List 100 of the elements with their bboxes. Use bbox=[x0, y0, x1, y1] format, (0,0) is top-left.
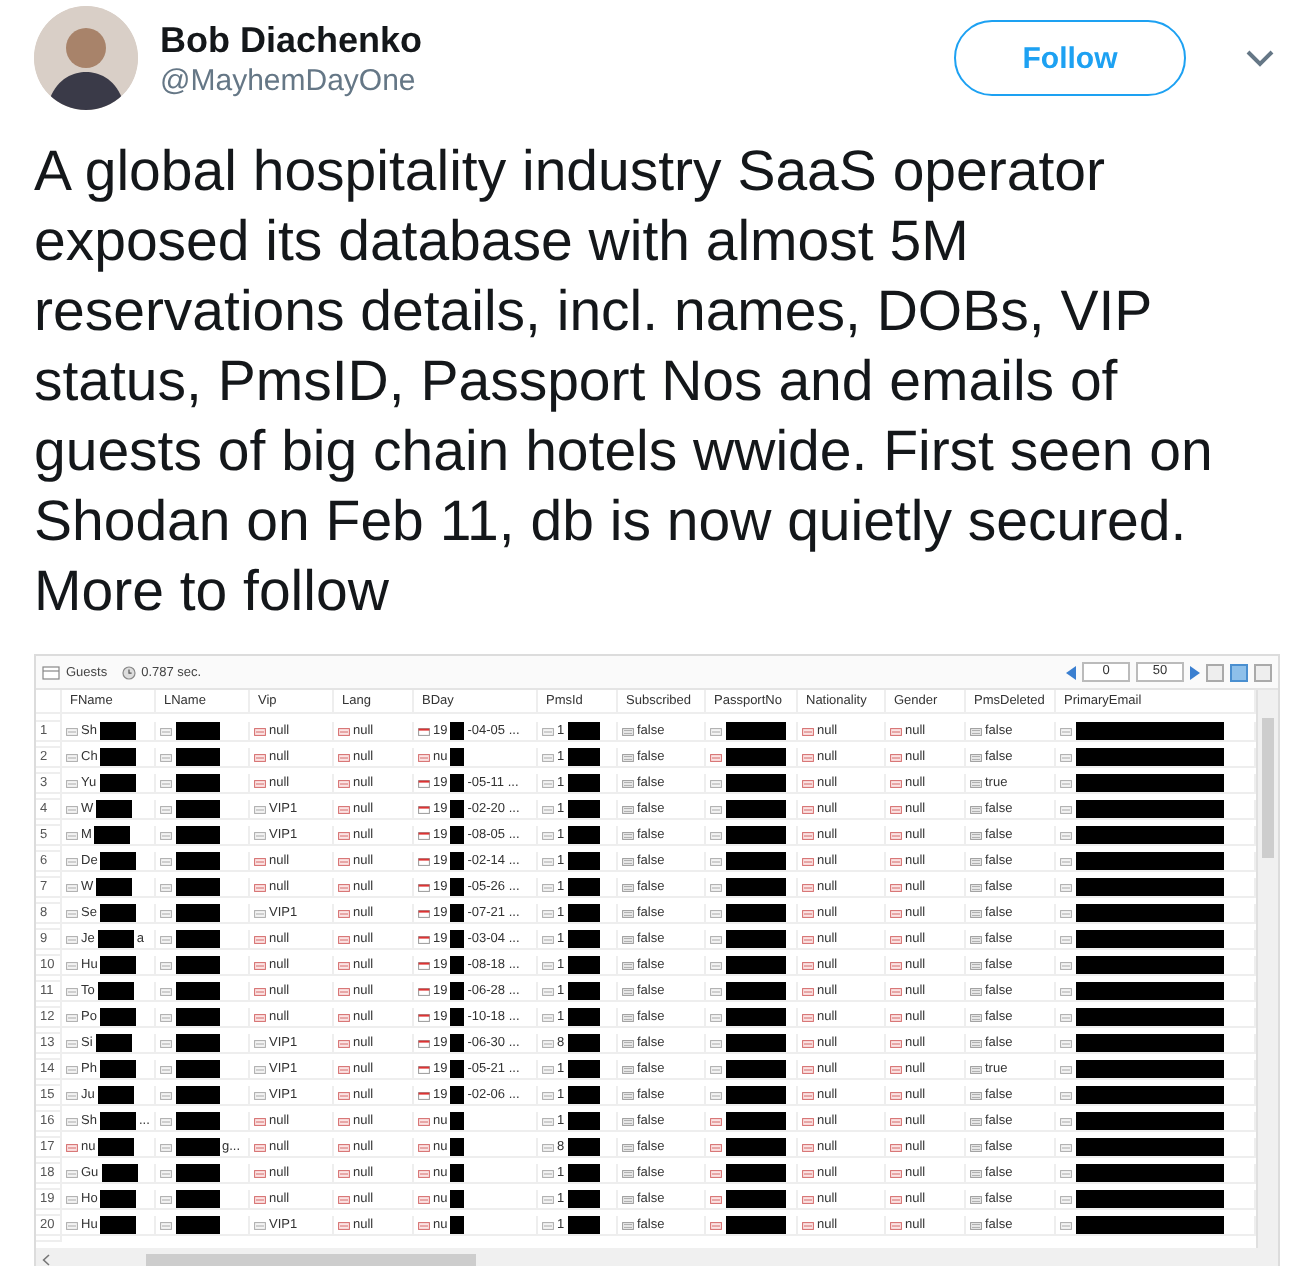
text-type-icon bbox=[710, 831, 722, 839]
text-type-icon bbox=[710, 805, 722, 813]
null-icon bbox=[254, 961, 266, 969]
text-type-icon bbox=[254, 909, 266, 917]
null-icon bbox=[890, 753, 902, 761]
view-mode-button[interactable] bbox=[1206, 663, 1224, 681]
text-type-icon bbox=[160, 831, 172, 839]
calendar-icon bbox=[418, 1039, 430, 1047]
boolean-icon bbox=[970, 1117, 982, 1125]
boolean-icon bbox=[970, 1195, 982, 1203]
text-type-icon bbox=[160, 1091, 172, 1099]
next-page-icon[interactable] bbox=[1190, 665, 1200, 679]
calendar-icon bbox=[418, 727, 430, 735]
text-type-icon bbox=[1060, 779, 1072, 787]
null-icon bbox=[418, 1143, 430, 1151]
text-type-icon bbox=[710, 1013, 722, 1021]
boolean-icon bbox=[622, 1091, 634, 1099]
text-type-icon bbox=[1060, 1013, 1072, 1021]
null-icon bbox=[338, 961, 350, 969]
text-type-icon bbox=[542, 1091, 554, 1099]
text-type-icon bbox=[160, 857, 172, 865]
text-type-icon bbox=[542, 1013, 554, 1021]
text-type-icon bbox=[160, 753, 172, 761]
author-handle[interactable]: @MayhemDayOne bbox=[160, 63, 932, 97]
text-type-icon bbox=[66, 961, 78, 969]
boolean-icon bbox=[622, 1117, 634, 1125]
text-type-icon bbox=[710, 961, 722, 969]
null-icon bbox=[254, 753, 266, 761]
null-icon bbox=[802, 779, 814, 787]
null-icon bbox=[254, 857, 266, 865]
null-icon bbox=[890, 1143, 902, 1151]
boolean-icon bbox=[622, 1013, 634, 1021]
text-type-icon bbox=[542, 1039, 554, 1047]
calendar-icon bbox=[418, 857, 430, 865]
text-type-icon bbox=[160, 779, 172, 787]
scroll-left-icon[interactable] bbox=[42, 1254, 50, 1266]
text-type-icon bbox=[66, 1195, 78, 1203]
text-type-icon bbox=[66, 831, 78, 839]
text-type-icon bbox=[66, 1065, 78, 1073]
boolean-icon bbox=[970, 1039, 982, 1047]
view-mode-button[interactable] bbox=[1230, 663, 1248, 681]
null-icon bbox=[338, 805, 350, 813]
null-icon bbox=[418, 1117, 430, 1125]
tweet-text: A global hospitality industry SaaS operator exposed its database with almost 5M reservations details, incl. names, DOBs, VIP status, PmsID, Passport Nos and emails of guests of big chain hotels wwide. First seen on Shodan on Feb 11, db is now quietly secured. More to follow bbox=[32, 138, 1215, 628]
null-icon bbox=[890, 883, 902, 891]
text-type-icon bbox=[160, 883, 172, 891]
text-type-icon bbox=[1060, 753, 1072, 761]
text-type-icon bbox=[710, 935, 722, 943]
text-type-icon bbox=[254, 1065, 266, 1073]
text-type-icon bbox=[66, 1117, 78, 1125]
null-icon bbox=[890, 805, 902, 813]
text-type-icon bbox=[1060, 935, 1072, 943]
text-type-icon bbox=[254, 1221, 266, 1229]
null-icon bbox=[338, 935, 350, 943]
boolean-icon bbox=[970, 727, 982, 735]
null-icon bbox=[254, 883, 266, 891]
text-type-icon bbox=[160, 1013, 172, 1021]
text-type-icon bbox=[254, 1039, 266, 1047]
text-type-icon bbox=[1060, 1117, 1072, 1125]
vertical-scrollbar[interactable] bbox=[1256, 690, 1278, 1248]
text-type-icon bbox=[66, 857, 78, 865]
chevron-down-icon[interactable] bbox=[1244, 48, 1276, 68]
table-icon bbox=[42, 665, 60, 679]
avatar[interactable] bbox=[34, 6, 138, 110]
null-icon bbox=[254, 1169, 266, 1177]
boolean-icon bbox=[622, 1169, 634, 1177]
null-icon bbox=[66, 1143, 78, 1151]
text-type-icon bbox=[710, 987, 722, 995]
null-icon bbox=[802, 1039, 814, 1047]
null-icon bbox=[890, 779, 902, 787]
null-icon bbox=[802, 935, 814, 943]
text-type-icon bbox=[1060, 857, 1072, 865]
boolean-icon bbox=[970, 935, 982, 943]
boolean-icon bbox=[622, 909, 634, 917]
null-icon bbox=[254, 727, 266, 735]
null-icon bbox=[418, 1169, 430, 1177]
null-icon bbox=[338, 1169, 350, 1177]
view-mode-button[interactable] bbox=[1254, 663, 1272, 681]
text-type-icon bbox=[542, 727, 554, 735]
text-type-icon bbox=[66, 1169, 78, 1177]
text-type-icon bbox=[160, 805, 172, 813]
text-type-icon bbox=[160, 727, 172, 735]
null-icon bbox=[338, 1221, 350, 1229]
author-name[interactable]: Bob Diachenko bbox=[160, 19, 932, 61]
null-icon bbox=[418, 753, 430, 761]
text-type-icon bbox=[710, 727, 722, 735]
calendar-icon bbox=[418, 779, 430, 787]
boolean-icon bbox=[622, 1065, 634, 1073]
text-type-icon bbox=[66, 883, 78, 891]
text-type-icon bbox=[160, 987, 172, 995]
null-icon bbox=[710, 753, 722, 761]
boolean-icon bbox=[622, 987, 634, 995]
calendar-icon bbox=[418, 1091, 430, 1099]
null-icon bbox=[890, 1065, 902, 1073]
null-icon bbox=[890, 1091, 902, 1099]
previous-page-icon[interactable] bbox=[1066, 665, 1076, 679]
horizontal-scrollbar[interactable] bbox=[36, 1248, 1278, 1266]
null-icon bbox=[802, 1169, 814, 1177]
null-icon bbox=[710, 1169, 722, 1177]
boolean-icon bbox=[970, 909, 982, 917]
